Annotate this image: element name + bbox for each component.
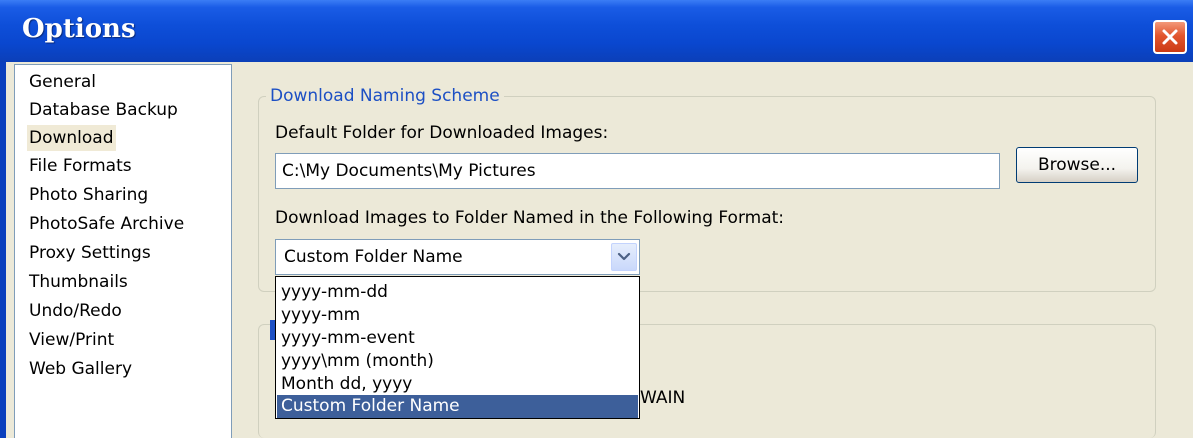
options-window: Options General Database Backup Download… xyxy=(0,0,1193,438)
window-title: Options xyxy=(22,14,136,44)
default-folder-input[interactable]: C:\My Documents\My Pictures xyxy=(275,153,1000,189)
nav-item-view-print[interactable]: View/Print xyxy=(27,327,116,353)
naming-scheme-legend: Download Naming Scheme xyxy=(266,86,504,106)
folder-format-dropdown-list[interactable]: yyyy-mm-dd yyyy-mm yyyy-mm-event yyyy\mm… xyxy=(275,276,640,419)
nav-item-proxy-settings[interactable]: Proxy Settings xyxy=(27,240,153,266)
format-option-yyyy-mm-dd[interactable]: yyyy-mm-dd xyxy=(277,281,638,304)
category-list[interactable]: General Database Backup Download File Fo… xyxy=(14,64,232,438)
folder-format-combobox[interactable]: Custom Folder Name xyxy=(275,239,640,275)
nav-item-web-gallery[interactable]: Web Gallery xyxy=(27,356,134,382)
nav-item-photosafe-archive[interactable]: PhotoSafe Archive xyxy=(27,211,186,237)
nav-item-download[interactable]: Download xyxy=(27,125,116,151)
browse-button[interactable]: Browse... xyxy=(1016,147,1138,183)
default-folder-label: Default Folder for Downloaded Images: xyxy=(275,123,609,143)
nav-item-undo-redo[interactable]: Undo/Redo xyxy=(27,298,124,324)
nav-item-file-formats[interactable]: File Formats xyxy=(27,153,134,179)
format-option-yyyy-mm-event[interactable]: yyyy-mm-event xyxy=(277,327,638,350)
folder-format-label: Download Images to Folder Named in the F… xyxy=(275,208,785,228)
nav-item-thumbnails[interactable]: Thumbnails xyxy=(27,269,130,295)
close-button[interactable] xyxy=(1153,20,1187,54)
combobox-dropdown-button[interactable] xyxy=(611,243,637,271)
format-option-yyyy-mm-month[interactable]: yyyy\mm (month) xyxy=(277,350,638,373)
close-icon xyxy=(1162,29,1178,45)
chevron-down-icon xyxy=(617,252,631,261)
nav-item-general[interactable]: General xyxy=(27,69,98,95)
format-option-yyyy-mm[interactable]: yyyy-mm xyxy=(277,304,638,327)
nav-item-photo-sharing[interactable]: Photo Sharing xyxy=(27,182,150,208)
twain-option-label-fragment: WAIN xyxy=(640,388,686,408)
title-bar[interactable]: Options xyxy=(0,0,1193,62)
nav-item-database-backup[interactable]: Database Backup xyxy=(27,97,180,123)
format-option-custom-folder-name[interactable]: Custom Folder Name xyxy=(277,395,638,418)
format-option-month-dd-yyyy[interactable]: Month dd, yyyy xyxy=(277,373,638,396)
folder-format-selected-value: Custom Folder Name xyxy=(284,247,463,267)
